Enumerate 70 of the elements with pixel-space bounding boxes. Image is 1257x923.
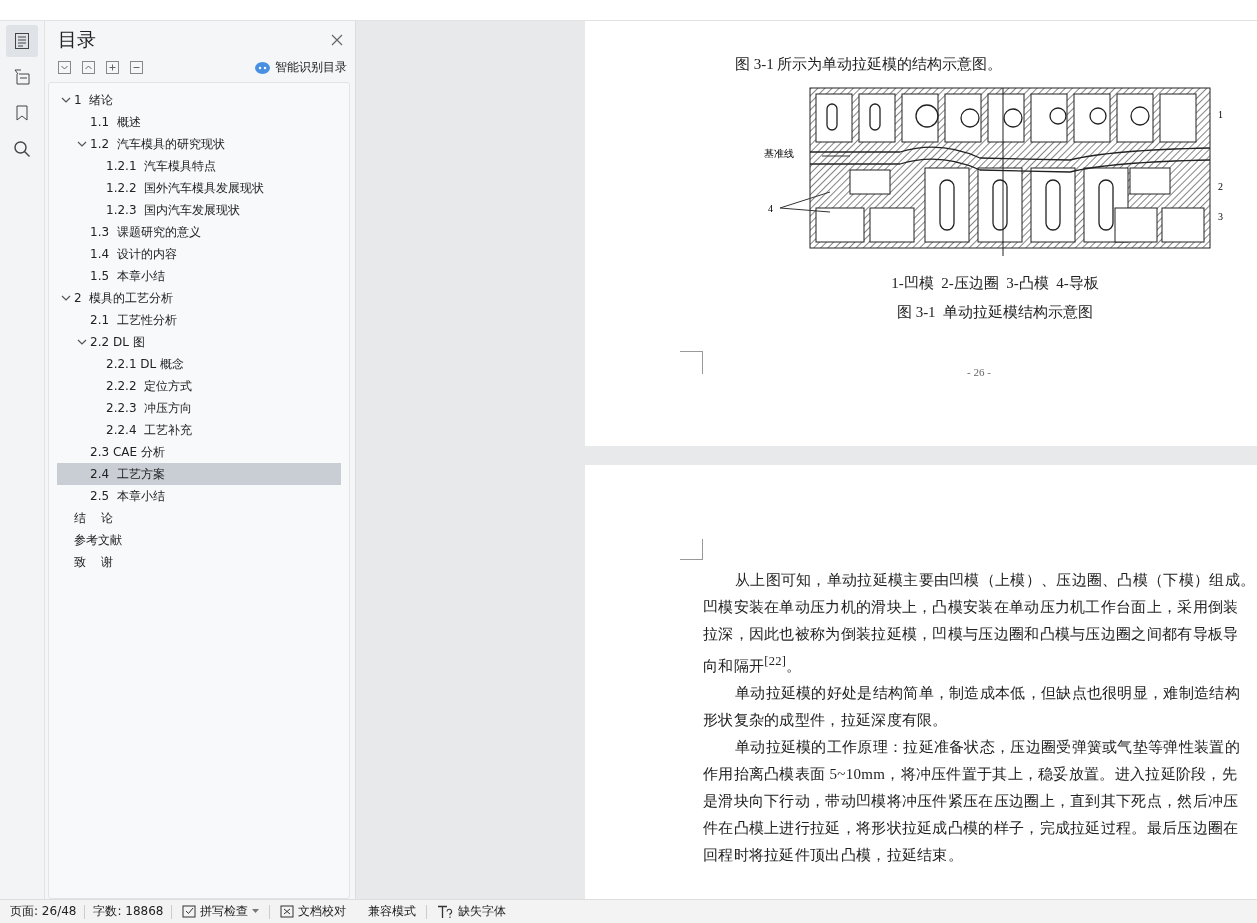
page-corner-mark [680, 351, 703, 374]
figure-label: 基准线 [764, 148, 794, 159]
outline-item[interactable]: 1.2.2 国外汽车模具发展现状 [57, 177, 341, 199]
tree-icon [13, 68, 31, 86]
bookmark-icon [13, 104, 31, 122]
outline-item[interactable]: 1.2 汽车模具的研究现状 [57, 133, 341, 155]
figure-legend: 1-凹模 2-压边圈 3-凸模 4-导板 [780, 274, 1210, 293]
outline-item[interactable]: 2.2.4 工艺补充 [57, 419, 341, 441]
outline-item[interactable]: 2.2.1 DL 概念 [57, 353, 341, 375]
outline-item[interactable]: 2 模具的工艺分析 [57, 287, 341, 309]
outline-item[interactable]: 1.1 概述 [57, 111, 341, 133]
robot-icon [255, 61, 270, 74]
page-number: - 26 - [967, 366, 991, 378]
document-list-icon [13, 32, 31, 50]
outline-item[interactable]: 致 谢 [57, 551, 341, 573]
outline-item[interactable]: 1 绪论 [57, 89, 341, 111]
figure-label: 3 [1218, 211, 1223, 222]
outline-item[interactable]: 参考文献 [57, 529, 341, 551]
missing-font-button[interactable]: 缺失字体 [435, 903, 509, 920]
figure-caption: 图 3-1 单动拉延模结构示意图 [895, 303, 1095, 322]
chevron-down-icon[interactable] [61, 95, 71, 105]
outline-item[interactable]: 2.1 工艺性分析 [57, 309, 341, 331]
outline-item[interactable]: 1.5 本章小结 [57, 265, 341, 287]
outline-button[interactable] [6, 25, 38, 57]
plus-icon [106, 61, 119, 74]
proofread-button[interactable]: 文档校对 [278, 903, 349, 920]
outline-item[interactable]: 2.2.2 定位方式 [57, 375, 341, 397]
spell-check-button[interactable]: 拼写检查 [180, 903, 262, 920]
chevron-down-icon [58, 61, 71, 74]
figure-label: 2 [1218, 181, 1223, 192]
word-count: 字数: 18868 [93, 903, 164, 920]
chevron-down-icon[interactable] [77, 337, 87, 347]
outline-item[interactable]: 1.2.1 汽车模具特点 [57, 155, 341, 177]
figure-label: 4 [768, 203, 773, 214]
expand-button[interactable] [106, 61, 119, 74]
x-box-icon [280, 904, 295, 919]
minus-icon [130, 61, 143, 74]
outline-item[interactable]: 2.2.3 冲压方向 [57, 397, 341, 419]
outline-item[interactable]: 2.5 本章小结 [57, 485, 341, 507]
font-question-icon [437, 904, 455, 919]
outline-item[interactable]: 1.2.3 国内汽车发展现状 [57, 199, 341, 221]
page-counter: 页面: 26/48 [10, 903, 77, 920]
outline-item[interactable]: 1.4 设计的内容 [57, 243, 341, 265]
body-paragraph: 单动拉延模的好处是结构简单，制造成本低，但缺点也很明显，难制造结构 形状复杂的成型件，拉延深度有限。 [703, 684, 1241, 730]
outline-item[interactable]: 2.2 DL 图 [57, 331, 341, 353]
figure-label: 1 [1218, 109, 1223, 120]
outline-item[interactable]: 1.3 课题研究的意义 [57, 221, 341, 243]
close-button[interactable] [331, 34, 343, 46]
outline-item[interactable]: 结 论 [57, 507, 341, 529]
caret-icon [252, 909, 260, 914]
chevron-up-icon [82, 61, 95, 74]
panel-title: 目录 [58, 27, 96, 52]
outline-item[interactable]: 2.3 CAE 分析 [57, 441, 341, 463]
chevron-down-icon[interactable] [77, 139, 87, 149]
collapse-button[interactable] [130, 61, 143, 74]
page-corner-mark [680, 539, 703, 560]
checkbox-icon [182, 904, 197, 919]
body-paragraph: 从上图可知，单动拉延模主要由凹模（上模）、压边圈、凸模（下模）组成。 凹模安装在单动压力机的滑块上，凸模安装在单动压力机工作台面上，采用倒装 拉深，因此也被称为倒装拉延模，凹模与压边圈和凸模与压边圈之间都有导板导 向和隔开$^{[22]}$。 [703, 571, 1257, 676]
outline-item[interactable]: 2.4 工艺方案 [57, 463, 341, 485]
compat-mode-button[interactable]: 兼容模式 [366, 903, 419, 920]
smart-toc-button[interactable]: 智能识别目录 [255, 59, 347, 76]
collapse-down-button[interactable] [58, 61, 71, 74]
body-text: 图 3-1 所示为单动拉延模的结构示意图。 [735, 55, 1004, 74]
collapse-up-button[interactable] [82, 61, 95, 74]
close-icon [331, 34, 343, 46]
body-paragraph: 单动拉延模的工作原理：拉延准备状态，压边圈受弹簧或气垫等弹性装置的 作用抬离凸模表面 5~10mm，将冲压件置于其上，稳妥放置。进入拉延阶段，先 是滑块向下行动，带动凹模将冲压件紧压在压边圈上，直到其下死点，然后冲压 件在凸模上进行拉延，将形状拉延成凸模的样子，完成拉延过程。最后压边圈在 回程时将拉延件顶出凸模，拉延结束。 [703, 738, 1241, 865]
leader-line [779, 191, 831, 213]
leader-line [821, 155, 851, 157]
search-icon [13, 140, 31, 158]
chevron-down-icon[interactable] [61, 293, 71, 303]
